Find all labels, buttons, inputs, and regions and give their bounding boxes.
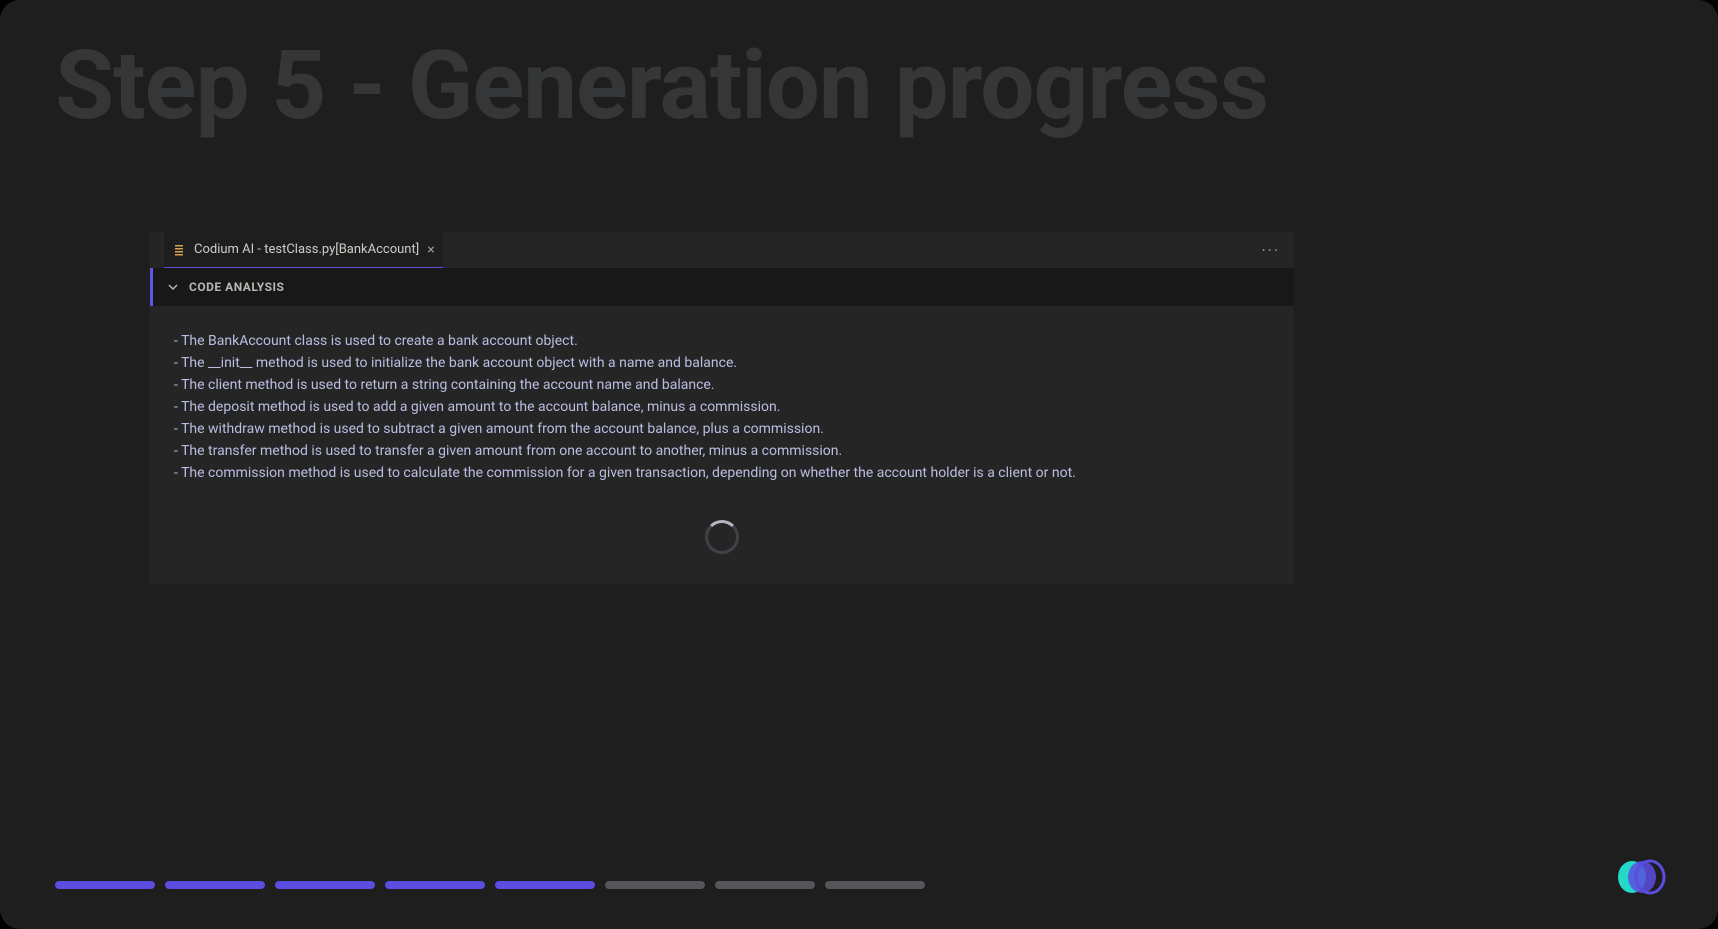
progress-bar bbox=[55, 881, 925, 889]
tab-label: Codium AI - testClass.py[BankAccount] bbox=[194, 242, 419, 257]
progress-segment-done[interactable] bbox=[495, 881, 595, 889]
progress-segment-done[interactable] bbox=[165, 881, 265, 889]
analysis-line: - The transfer method is used to transfe… bbox=[174, 440, 1270, 462]
progress-segment-pending[interactable] bbox=[605, 881, 705, 889]
tab-overflow-menu[interactable]: ··· bbox=[1261, 241, 1280, 260]
analysis-line: - The __init__ method is used to initial… bbox=[174, 352, 1270, 374]
analysis-line: - The deposit method is used to add a gi… bbox=[174, 396, 1270, 418]
progress-segment-done[interactable] bbox=[55, 881, 155, 889]
loading-area bbox=[150, 502, 1294, 584]
close-icon[interactable]: × bbox=[427, 242, 434, 258]
editor-panel: Codium AI - testClass.py[BankAccount] × … bbox=[150, 232, 1294, 584]
progress-segment-pending[interactable] bbox=[825, 881, 925, 889]
progress-segment-done[interactable] bbox=[385, 881, 485, 889]
file-icon bbox=[172, 243, 186, 257]
section-title: CODE ANALYSIS bbox=[189, 280, 284, 294]
codium-logo bbox=[1610, 857, 1670, 897]
analysis-line: - The withdraw method is used to subtrac… bbox=[174, 418, 1270, 440]
spinner-icon bbox=[705, 520, 739, 554]
analysis-line: - The commission method is used to calcu… bbox=[174, 462, 1270, 484]
progress-segment-done[interactable] bbox=[275, 881, 375, 889]
chevron-down-icon bbox=[167, 281, 179, 293]
analysis-line: - The BankAccount class is used to creat… bbox=[174, 330, 1270, 352]
analysis-line: - The client method is used to return a … bbox=[174, 374, 1270, 396]
code-analysis-body: - The BankAccount class is used to creat… bbox=[150, 306, 1294, 502]
tab-bar: Codium AI - testClass.py[BankAccount] × … bbox=[150, 232, 1294, 268]
page-title: Step 5 - Generation progress bbox=[55, 30, 1268, 142]
code-analysis-header[interactable]: CODE ANALYSIS bbox=[150, 268, 1294, 306]
app-viewport: Step 5 - Generation progress Codium AI -… bbox=[0, 0, 1718, 929]
progress-segment-pending[interactable] bbox=[715, 881, 815, 889]
tab-codium[interactable]: Codium AI - testClass.py[BankAccount] × bbox=[164, 232, 443, 268]
